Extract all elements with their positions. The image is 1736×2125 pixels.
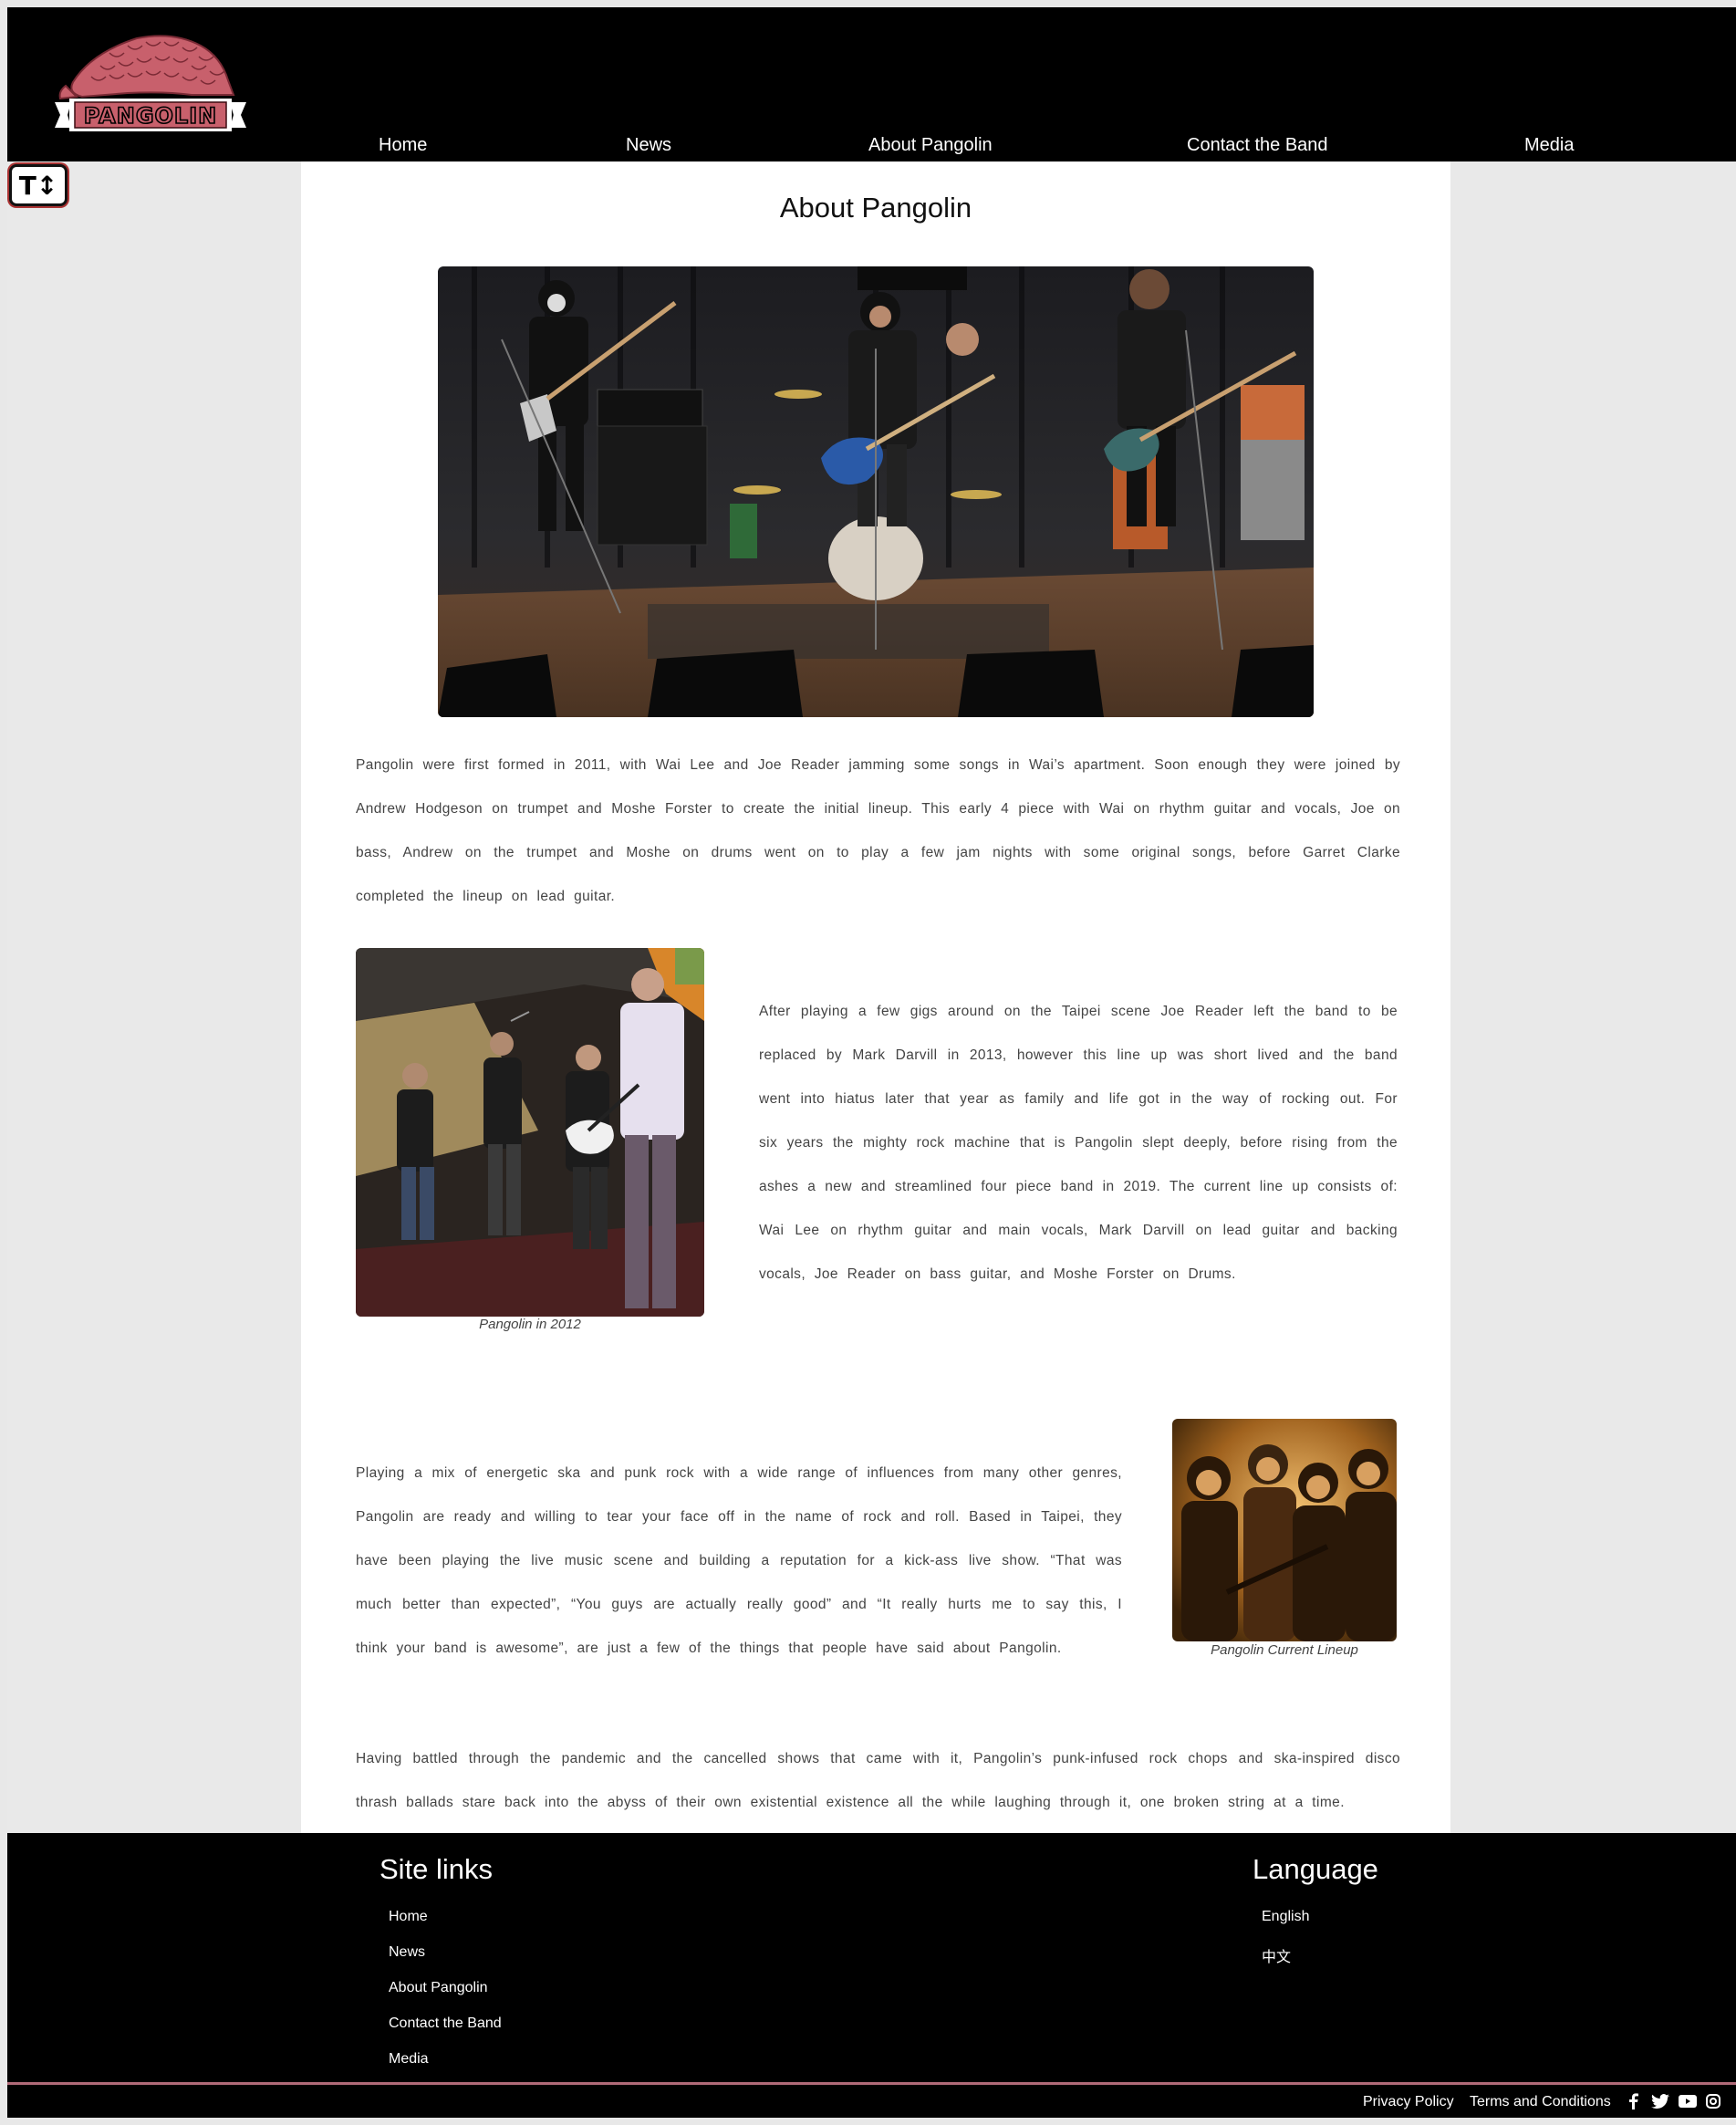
footer-link-home[interactable]: Home [389,1909,428,1925]
instagram-icon[interactable] [1704,2092,1722,2110]
language-chinese[interactable]: 中文 [1262,1944,1291,1966]
youtube-icon[interactable] [1679,2092,1697,2110]
footer-link-contact-the-band[interactable]: Contact the Band [389,2016,502,2032]
pangolin-logo[interactable]: PANGOLIN [55,26,246,149]
pangolin-2012-photo [356,948,704,1317]
nav-contact-the-band[interactable]: Contact the Band [1187,135,1328,156]
site-header: PANGOLIN Home News About Pangolin Contac… [7,7,1736,161]
language-english[interactable]: English [1262,1909,1309,1925]
nav-about-pangolin[interactable]: About Pangolin [868,135,993,156]
site-footer: Site links Home News About Pangolin Cont… [7,1833,1736,2082]
history-paragraph: After playing a few gigs around on the T… [759,1004,1398,1282]
legal-bar: Privacy Policy Terms and Conditions [7,2085,1736,2118]
pangolin-current-lineup-photo [1172,1419,1397,1641]
twitter-icon[interactable] [1651,2092,1669,2110]
nav-media[interactable]: Media [1524,135,1574,156]
footer-link-media[interactable]: Media [389,2051,429,2068]
main-nav: Home News About Pangolin Contact the Ban… [7,135,1736,162]
text-size-icon: T↕ [18,170,58,201]
text-size-toggle-button[interactable]: T↕ [9,164,68,206]
site-links-heading: Site links [379,1853,494,1885]
page-title: About Pangolin [779,192,972,224]
nav-home[interactable]: Home [379,135,427,156]
photo-caption-current-lineup: Pangolin Current Lineup [1211,1642,1358,1658]
style-paragraph: Playing a mix of energetic ska and punk … [356,1465,1122,1656]
band-live-photo [438,266,1314,717]
privacy-policy-link[interactable]: Privacy Policy [1363,2094,1454,2110]
photo-caption-2012: Pangolin in 2012 [479,1317,581,1332]
main-content: About Pangolin Pangolin were first forme… [301,161,1450,1833]
language-heading: Language [1253,1853,1378,1885]
facebook-icon[interactable] [1624,2092,1642,2110]
svg-text:PANGOLIN: PANGOLIN [84,103,217,129]
nav-news[interactable]: News [626,135,671,156]
footer-link-news[interactable]: News [389,1944,425,1961]
terms-and-conditions-link[interactable]: Terms and Conditions [1470,2094,1611,2110]
footer-link-about-pangolin[interactable]: About Pangolin [389,1980,488,1996]
closing-paragraph: Having battled through the pandemic and … [356,1751,1400,1810]
intro-paragraph: Pangolin were first formed in 2011, with… [356,757,1400,904]
